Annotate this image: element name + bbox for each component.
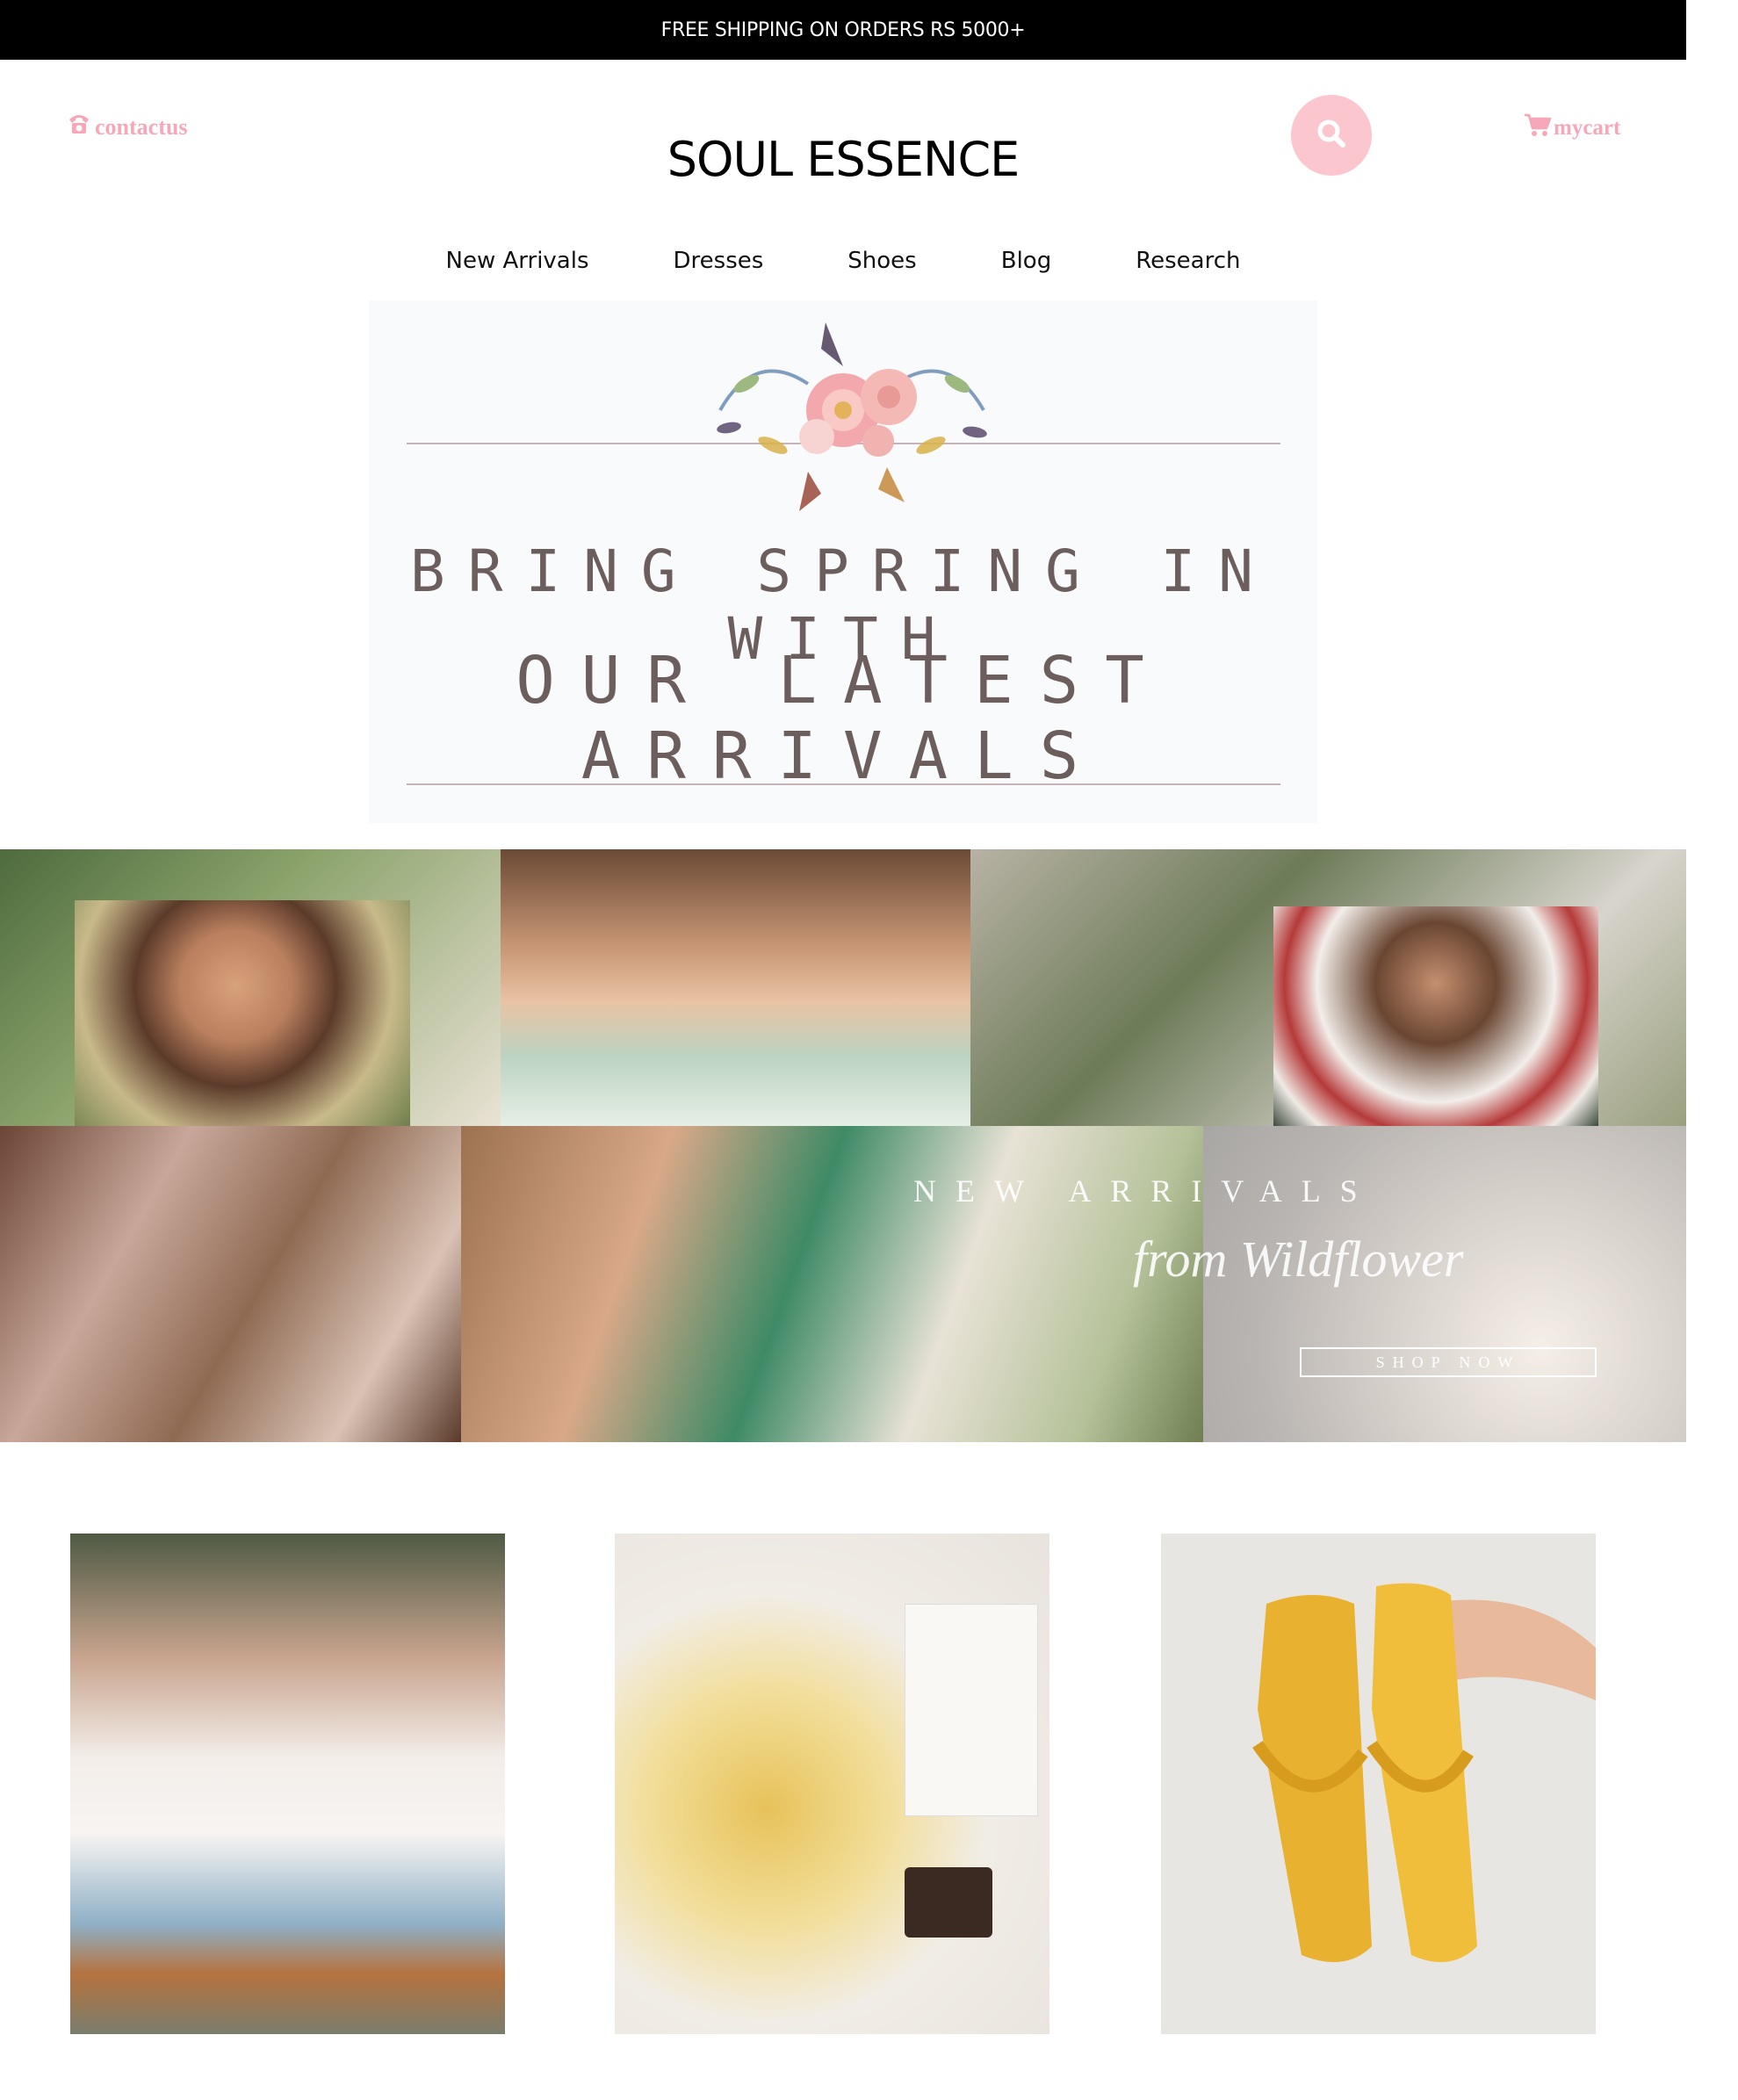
collage-photo-mirror (0, 1126, 461, 1442)
sandals-illustration (1252, 1583, 1596, 1962)
nav-shoes[interactable]: Shoes (805, 248, 958, 274)
product-card-dress[interactable] (615, 1534, 1049, 2034)
search-button[interactable] (1291, 95, 1372, 176)
hero-banner[interactable]: BRING SPRING IN WITH OUR LATEST ARRIVALS (369, 300, 1317, 823)
floral-illustration (717, 322, 987, 511)
cart-icon (1524, 112, 1552, 143)
product-bag (905, 1867, 992, 1938)
brand-logo[interactable]: SOUL ESSENCE (0, 132, 1686, 187)
announcement-text: FREE SHIPPING ON ORDERS RS 5000+ (660, 18, 1026, 41)
collage-photo-smiling-woman (75, 900, 410, 1126)
product-magazine (905, 1604, 1038, 1816)
cart-label: mycart (1554, 115, 1621, 140)
collage-photo-sunglasses-woman (1273, 906, 1598, 1126)
nav-dresses[interactable]: Dresses (631, 248, 806, 274)
collage-script: from Wildflower (1133, 1230, 1464, 1288)
nav-new-arrivals[interactable]: New Arrivals (404, 248, 631, 274)
collage-photo-floral-top (501, 849, 970, 1126)
product-card-top[interactable] (70, 1534, 505, 2034)
nav-research[interactable]: Research (1093, 248, 1282, 274)
product-image (70, 1534, 505, 2034)
announcement-bar: FREE SHIPPING ON ORDERS RS 5000+ (0, 0, 1686, 60)
nav-blog[interactable]: Blog (959, 248, 1093, 274)
search-icon (1316, 119, 1346, 153)
collage-title: NEW ARRIVALS (913, 1173, 1377, 1209)
product-card-sandals[interactable] (1161, 1534, 1596, 2034)
banner-line-2: OUR LATEST ARRIVALS (516, 643, 1171, 794)
main-nav: New Arrivals Dresses Shoes Blog Research (0, 248, 1686, 274)
shop-now-button[interactable]: SHOP NOW (1300, 1347, 1597, 1377)
cart-link[interactable]: mycart (1524, 112, 1620, 143)
